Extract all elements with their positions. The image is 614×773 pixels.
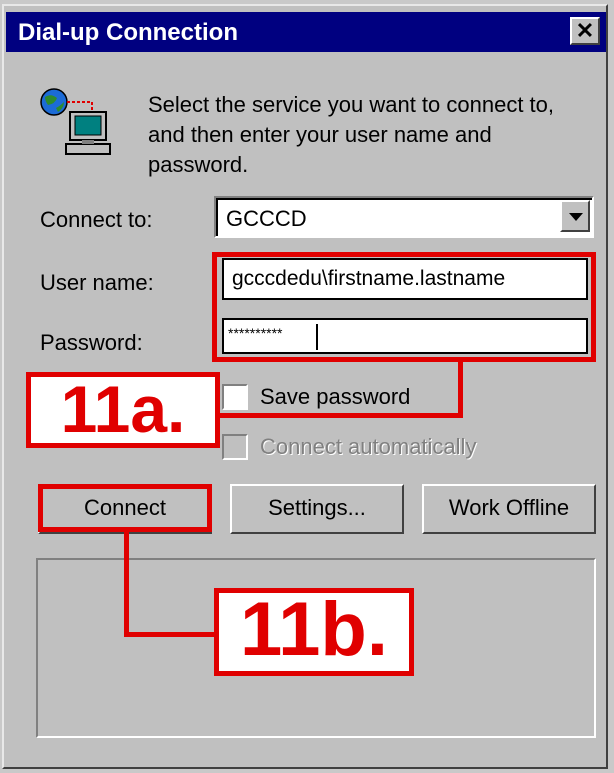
connect-to-select[interactable]: GCCCD (214, 196, 594, 238)
callout-a-connector (458, 358, 463, 418)
callout-11a: 11a. (26, 372, 220, 448)
close-icon: ✕ (575, 18, 595, 43)
network-computer-icon (40, 88, 111, 155)
callout-b-connector-horizontal (124, 632, 220, 637)
window-title: Dial-up Connection (18, 19, 238, 46)
connect-to-value: GCCCD (226, 206, 307, 231)
connect-automatically-label: Connect automatically (260, 434, 477, 459)
instruction-text: Select the service you want to connect t… (148, 92, 555, 177)
save-password-label: Save password (260, 384, 411, 409)
settings-button[interactable]: Settings... (230, 484, 404, 534)
credentials-highlight (212, 252, 596, 362)
connect-to-label: Connect to: (40, 207, 153, 232)
title-bar[interactable]: Dial-up Connection ✕ (6, 12, 606, 52)
connect-highlight (38, 484, 212, 532)
password-label: Password: (40, 330, 143, 355)
callout-11b: 11b. (214, 588, 414, 676)
dropdown-button[interactable] (560, 200, 590, 232)
callout-a-connector-horizontal (216, 413, 463, 418)
work-offline-button[interactable]: Work Offline (422, 484, 596, 534)
user-name-label: User name: (40, 270, 154, 295)
save-password-checkbox[interactable] (222, 384, 248, 410)
callout-b-connector-vertical (124, 530, 129, 636)
chevron-down-icon (569, 213, 583, 221)
close-button[interactable]: ✕ (570, 17, 600, 45)
connect-automatically-checkbox[interactable] (222, 434, 248, 460)
